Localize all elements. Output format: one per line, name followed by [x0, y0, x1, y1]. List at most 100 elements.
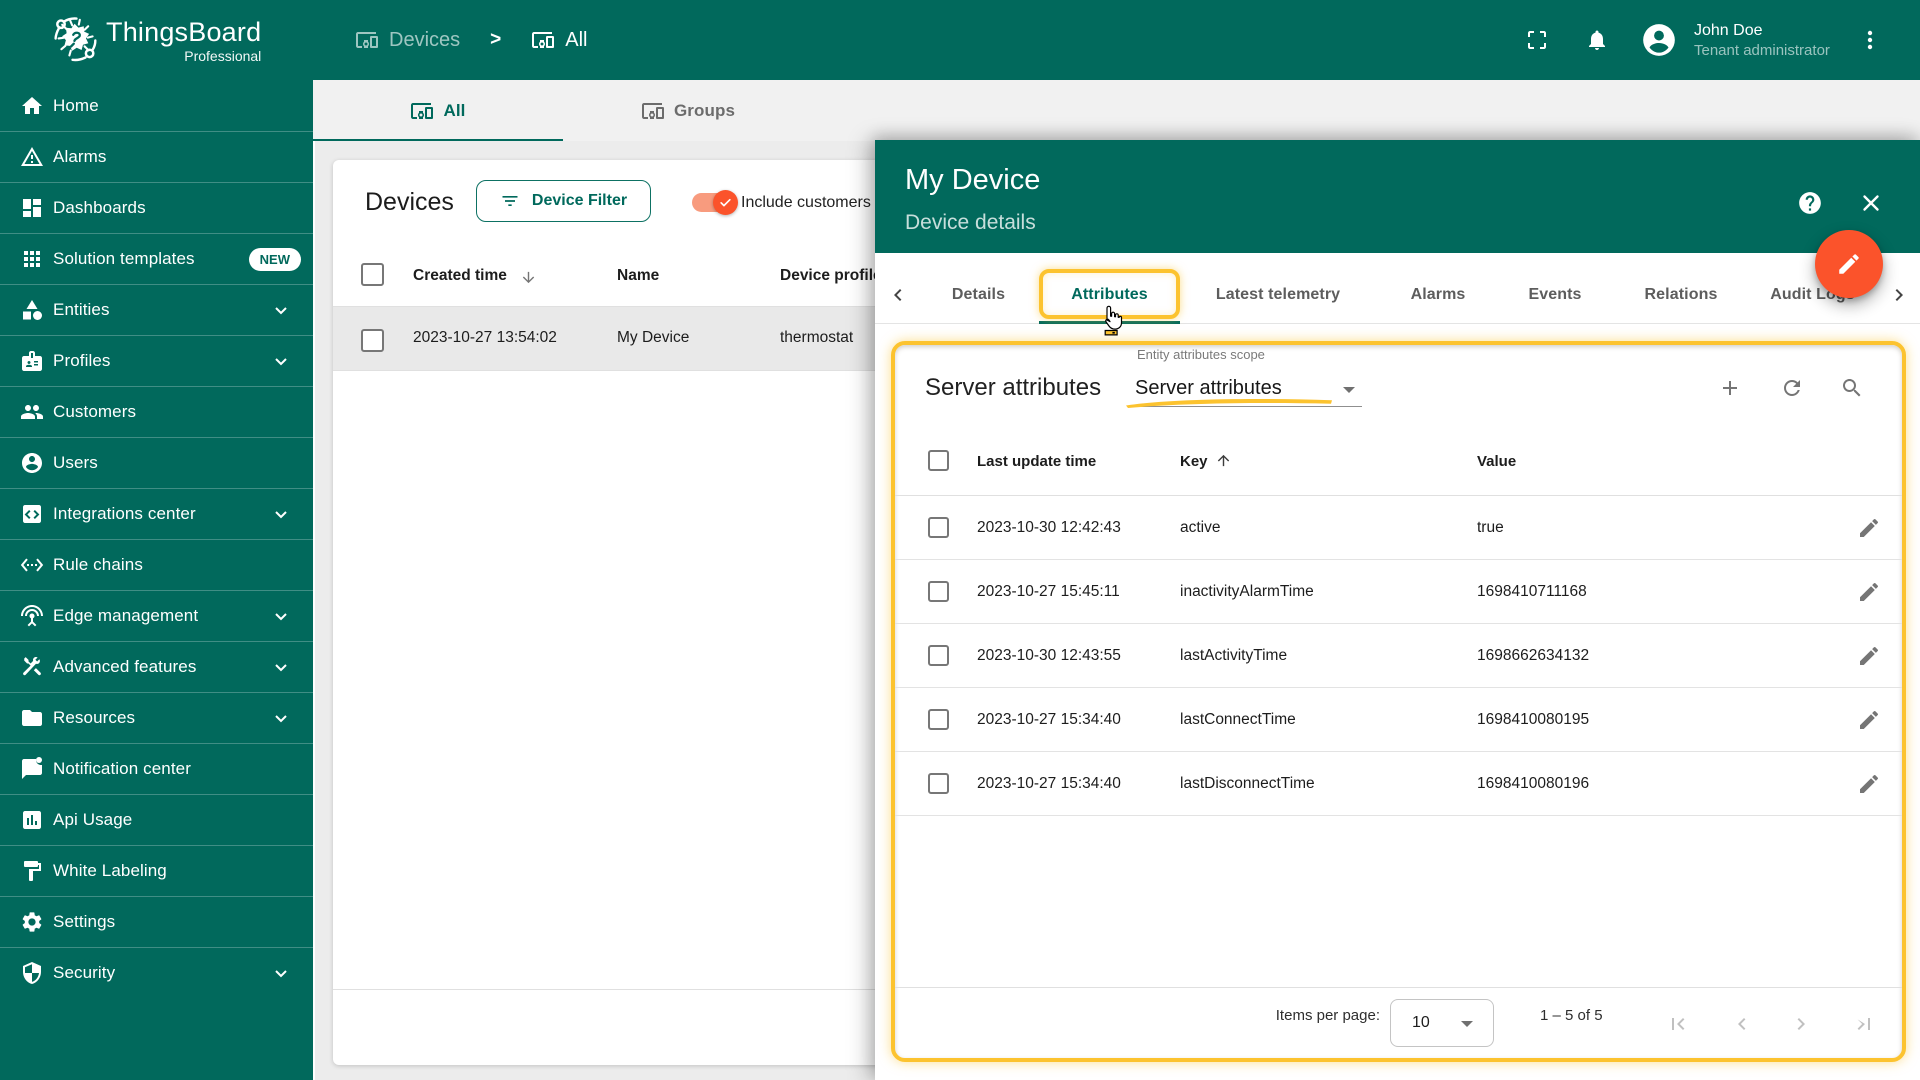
tabs-scroll-right-icon[interactable]	[1887, 283, 1911, 307]
sidebar-item-label: Settings	[53, 912, 116, 931]
more-menu-icon[interactable]	[1858, 28, 1882, 52]
tab-all-label: All	[443, 100, 466, 120]
attribute-row[interactable]: 2023-10-27 15:34:40 lastDisconnectTime 1…	[895, 752, 1902, 816]
col-value[interactable]: Value	[1477, 453, 1516, 470]
sidebar-item-alarms[interactable]: Alarms	[0, 131, 313, 182]
sidebar-item-notification-center[interactable]: Notification center	[0, 743, 313, 794]
tutorial-hand-cursor	[1104, 305, 1123, 336]
row-checkbox[interactable]	[928, 645, 949, 666]
integrations-center-icon	[20, 502, 44, 526]
row-checkbox[interactable]	[361, 329, 384, 352]
entities-icon	[20, 298, 44, 322]
panel-tabs: Details Attributes Latest telemetry Alar…	[875, 253, 1920, 336]
edit-attribute-icon[interactable]	[1857, 516, 1881, 540]
breadcrumb-current[interactable]: All	[565, 29, 587, 52]
col-device-profile[interactable]: Device profile	[780, 267, 882, 285]
sidebar-item-white-labeling[interactable]: White Labeling	[0, 845, 313, 896]
sidebar-item-integrations-center[interactable]: Integrations center	[0, 488, 313, 539]
sidebar-item-label: Profiles	[53, 351, 111, 370]
include-customers-toggle[interactable]	[692, 190, 738, 215]
breadcrumb-separator: >	[490, 29, 502, 50]
refresh-icon[interactable]	[1780, 376, 1804, 400]
sidebar-item-customers[interactable]: Customers	[0, 386, 313, 437]
add-attribute-icon[interactable]	[1718, 376, 1742, 400]
sidebar-item-profiles[interactable]: Profiles	[0, 335, 313, 386]
select-all-checkbox[interactable]	[361, 263, 384, 286]
sidebar-item-api-usage[interactable]: Api Usage	[0, 794, 313, 845]
tab-all[interactable]: All	[313, 80, 563, 141]
edit-device-fab[interactable]	[1815, 230, 1883, 298]
sidebar-item-edge-management[interactable]: Edge management	[0, 590, 313, 641]
paginator-divider	[895, 987, 1902, 988]
col-key[interactable]: Key	[1180, 453, 1208, 470]
breadcrumb-root[interactable]: Devices	[389, 29, 460, 52]
tabs-scroll-left-icon[interactable]	[886, 283, 910, 307]
sidebar-nav: Home Alarms Dashboards Solution template…	[0, 80, 313, 998]
api-usage-icon	[20, 808, 44, 832]
edit-attribute-icon[interactable]	[1857, 708, 1881, 732]
device-filter-button[interactable]: Device Filter	[476, 180, 651, 222]
attributes-card: Server attributes Entity attributes scop…	[891, 341, 1906, 1062]
row-checkbox[interactable]	[928, 773, 949, 794]
first-page-icon[interactable]	[1666, 1012, 1690, 1036]
help-icon[interactable]	[1797, 190, 1823, 216]
sidebar-item-label: Integrations center	[53, 504, 196, 523]
sidebar-item-resources[interactable]: Resources	[0, 692, 313, 743]
cell-value: 1698410711168	[1477, 583, 1587, 600]
attribute-row[interactable]: 2023-10-30 12:42:43 active true	[895, 496, 1902, 560]
fullscreen-icon[interactable]	[1525, 28, 1549, 52]
devices-icon	[641, 102, 664, 119]
filter-icon	[502, 196, 518, 206]
search-icon[interactable]	[1840, 376, 1864, 400]
sidebar-item-dashboards[interactable]: Dashboards	[0, 182, 313, 233]
tab-latest-telemetry[interactable]: Latest telemetry	[1186, 253, 1370, 324]
col-last-update-time[interactable]: Last update time	[977, 453, 1096, 470]
sidebar-item-solution-templates[interactable]: Solution templates NEW	[0, 233, 313, 284]
attribute-row[interactable]: 2023-10-27 15:45:11 inactivityAlarmTime …	[895, 560, 1902, 624]
tab-events[interactable]: Events	[1500, 253, 1610, 324]
edit-attribute-icon[interactable]	[1857, 772, 1881, 796]
active-tab-indicator	[313, 139, 563, 141]
sidebar-item-home[interactable]: Home	[0, 80, 313, 131]
sidebar-item-rule-chains[interactable]: Rule chains	[0, 539, 313, 590]
user-block[interactable]: John Doe Tenant administrator	[1694, 20, 1842, 61]
attribute-row[interactable]: 2023-10-30 12:43:55 lastActivityTime 169…	[895, 624, 1902, 688]
tab-alarms[interactable]: Alarms	[1382, 253, 1494, 324]
sidebar-item-settings[interactable]: Settings	[0, 896, 313, 947]
notifications-icon[interactable]	[1585, 28, 1609, 52]
last-page-icon[interactable]	[1852, 1012, 1876, 1036]
chevron-down-icon	[269, 502, 293, 526]
avatar[interactable]	[1640, 21, 1678, 59]
row-checkbox[interactable]	[928, 581, 949, 602]
col-name[interactable]: Name	[617, 267, 659, 285]
topbar-actions: John Doe Tenant administrator	[1525, 20, 1920, 61]
attribute-row[interactable]: 2023-10-27 15:34:40 lastConnectTime 1698…	[895, 688, 1902, 752]
sidebar-item-users[interactable]: Users	[0, 437, 313, 488]
toggle-thumb	[713, 190, 738, 215]
tab-details[interactable]: Details	[926, 253, 1031, 324]
sidebar-item-entities[interactable]: Entities	[0, 284, 313, 335]
next-page-icon[interactable]	[1789, 1012, 1813, 1036]
brand-logo[interactable]: ThingsBoard Professional	[0, 0, 313, 80]
row-checkbox[interactable]	[928, 517, 949, 538]
select-arrow-icon[interactable]	[1343, 387, 1355, 393]
page-size-select[interactable]: 10	[1390, 999, 1494, 1047]
cell-last-update-time: 2023-10-30 12:42:43	[977, 519, 1121, 536]
edit-attribute-icon[interactable]	[1857, 644, 1881, 668]
sidebar-item-security[interactable]: Security	[0, 947, 313, 998]
edit-attribute-icon[interactable]	[1857, 580, 1881, 604]
sidebar-item-advanced-features[interactable]: Advanced features	[0, 641, 313, 692]
tab-relations[interactable]: Relations	[1616, 253, 1746, 324]
col-created-time[interactable]: Created time	[413, 267, 507, 285]
close-icon[interactable]	[1858, 190, 1884, 216]
tab-groups[interactable]: Groups	[563, 80, 813, 141]
breadcrumb: Devices > All	[355, 28, 587, 52]
row-checkbox[interactable]	[928, 709, 949, 730]
cell-name: My Device	[617, 329, 690, 346]
previous-page-icon[interactable]	[1730, 1012, 1754, 1036]
sidebar-item-label: Entities	[53, 300, 110, 319]
select-arrow-icon	[1461, 1021, 1473, 1027]
sidebar-item-label: Customers	[53, 402, 137, 421]
select-all-checkbox[interactable]	[928, 450, 949, 471]
cell-key: lastConnectTime	[1180, 711, 1296, 728]
